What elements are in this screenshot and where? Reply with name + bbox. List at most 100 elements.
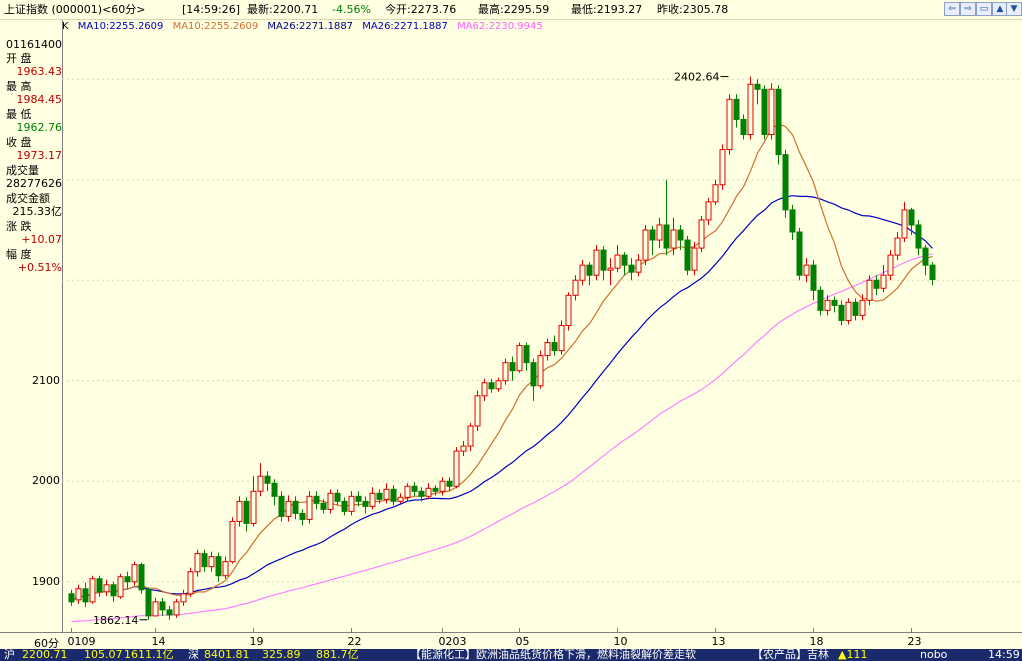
candle-down	[761, 88, 768, 136]
time-tick-label: 05	[515, 635, 530, 648]
info-value: 215.33亿	[12, 205, 63, 218]
candle-down	[621, 254, 628, 266]
candle-down	[782, 154, 789, 211]
quote-info-panel: 01161400 开 盘 1963.43 最 高 1984.45 最 低 1962.76 收…	[0, 20, 63, 632]
sh-amount: 1611.1亿	[124, 649, 174, 661]
candle-down	[96, 578, 103, 593]
kline-chart[interactable]: 2402.64 1862.14	[62, 34, 1022, 632]
candle-up	[691, 247, 698, 271]
time-tick-label: 19	[249, 635, 264, 648]
price-annotation: 1862.14	[93, 614, 139, 627]
candle-up	[747, 83, 754, 136]
info-value: 1984.45	[16, 93, 63, 106]
candle-down	[929, 264, 936, 281]
candle-down	[922, 247, 929, 266]
ma62-label: MA62:2230.9945	[457, 21, 543, 32]
index-name: 上证指数 (000001)<60分>	[4, 3, 146, 16]
info-label: 最 高	[6, 80, 32, 93]
candle-down	[831, 299, 838, 306]
back-icon[interactable]: ⇦	[944, 2, 960, 16]
ma10-line	[71, 123, 933, 603]
ma26-label-a: MA26:2271.1887	[267, 21, 354, 32]
candle-down	[908, 209, 915, 226]
high-price: 最高:2295.59	[478, 3, 550, 16]
candle-down	[677, 229, 684, 241]
time-tick-label: 18	[809, 635, 824, 648]
info-value: 1973.17	[16, 149, 63, 162]
zoom-out-icon[interactable]: ▼	[1006, 2, 1022, 16]
candle-up	[502, 362, 509, 382]
info-label: 成交金额	[6, 192, 50, 205]
time-tick-label: 22	[347, 635, 362, 648]
info-value: 1962.76	[16, 121, 63, 134]
candle-down	[432, 487, 439, 492]
candle-down	[523, 345, 530, 364]
candle-up	[544, 342, 551, 357]
candle-down	[418, 490, 425, 497]
candle-up	[726, 98, 733, 151]
candle-up	[257, 475, 264, 492]
candle-up	[250, 490, 257, 524]
candle-down	[215, 556, 222, 577]
candle-down	[166, 609, 173, 616]
candle-up	[187, 571, 194, 595]
candle-down	[628, 264, 635, 273]
candle-up	[887, 254, 894, 276]
forward-icon[interactable]: ⇨	[960, 2, 976, 16]
candle-up	[572, 279, 579, 296]
sh-label: 沪	[4, 649, 15, 661]
candle-down	[68, 593, 75, 603]
candle-up	[565, 294, 572, 326]
candle-up	[768, 88, 775, 136]
candle-down	[586, 264, 593, 276]
candle-up	[901, 209, 908, 239]
candle-down	[775, 88, 782, 156]
candle-up	[481, 382, 488, 397]
candle-up	[866, 279, 873, 301]
ma62-line	[71, 253, 933, 623]
time-tick-label: 0109	[67, 635, 96, 648]
window-icon[interactable]: ▭	[976, 2, 992, 16]
candle-down	[362, 500, 369, 507]
candle-down	[509, 362, 516, 372]
candle-up	[152, 601, 159, 617]
title-bar: 上证指数 (000001)<60分> [14:59:26] 最新:2200.71…	[0, 0, 1022, 20]
candle-down	[145, 589, 152, 617]
candle-up	[173, 601, 180, 616]
info-label: 最 低	[6, 108, 32, 121]
candle-up	[208, 556, 215, 568]
candle-down	[334, 492, 341, 502]
candle-up	[460, 445, 467, 452]
candle-up	[824, 299, 831, 311]
ma26-line	[71, 195, 933, 603]
candle-down	[852, 301, 859, 316]
open-price: 今开:2273.76	[385, 3, 457, 16]
candle-up	[579, 264, 586, 281]
news-headline-2[interactable]: 【农产品】吉林	[752, 649, 829, 661]
candle-down	[551, 342, 558, 352]
price-tick-label: 1900	[32, 574, 60, 588]
candle-down	[740, 118, 747, 136]
candle-down	[390, 488, 397, 502]
candle-up	[607, 267, 614, 271]
candle-down	[201, 553, 208, 568]
candle-up	[705, 201, 712, 221]
candle-up	[285, 500, 292, 517]
candle-up	[89, 578, 96, 603]
candle-down	[810, 264, 817, 291]
candle-down	[838, 304, 845, 321]
candle-up	[75, 588, 82, 601]
news-headline[interactable]: 【能源化工】欧洲油品纸货价格下滑，燃料油裂解价差走软	[410, 649, 696, 661]
up-count: ▲111	[838, 649, 868, 661]
ma10-label-b: MA10:2255.2609	[172, 21, 259, 32]
ma26-label-b: MA26:2271.1887	[362, 21, 448, 32]
candle-up	[845, 301, 852, 321]
latest-price: 最新:2200.71	[247, 3, 319, 16]
candle-down	[733, 98, 740, 120]
candle-down	[446, 480, 453, 487]
sh-index: 2200.71	[22, 649, 68, 661]
candle-up	[894, 237, 901, 256]
info-value: +10.07	[21, 233, 62, 246]
candle-up	[558, 324, 565, 352]
candle-down	[754, 83, 761, 90]
